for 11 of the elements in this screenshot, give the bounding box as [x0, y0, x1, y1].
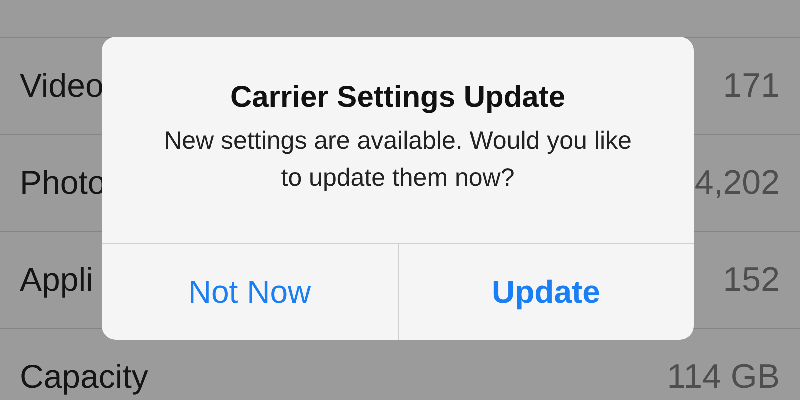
alert-message: New settings are available. Would you like to update them now?: [163, 126, 633, 194]
row-value: 114 GB: [667, 358, 780, 396]
row-label: Video: [20, 67, 104, 105]
alert-button[interactable]: Not Now: [102, 244, 398, 340]
alert-title: Carrier Settings Update: [230, 81, 566, 115]
row-label: Capacity: [20, 358, 148, 396]
row-value: 152: [723, 260, 780, 300]
row-value: 4,202: [694, 164, 780, 202]
row-label: Appli: [20, 261, 94, 299]
alert-button[interactable]: Update: [398, 244, 694, 340]
row-value: 171: [723, 66, 780, 106]
